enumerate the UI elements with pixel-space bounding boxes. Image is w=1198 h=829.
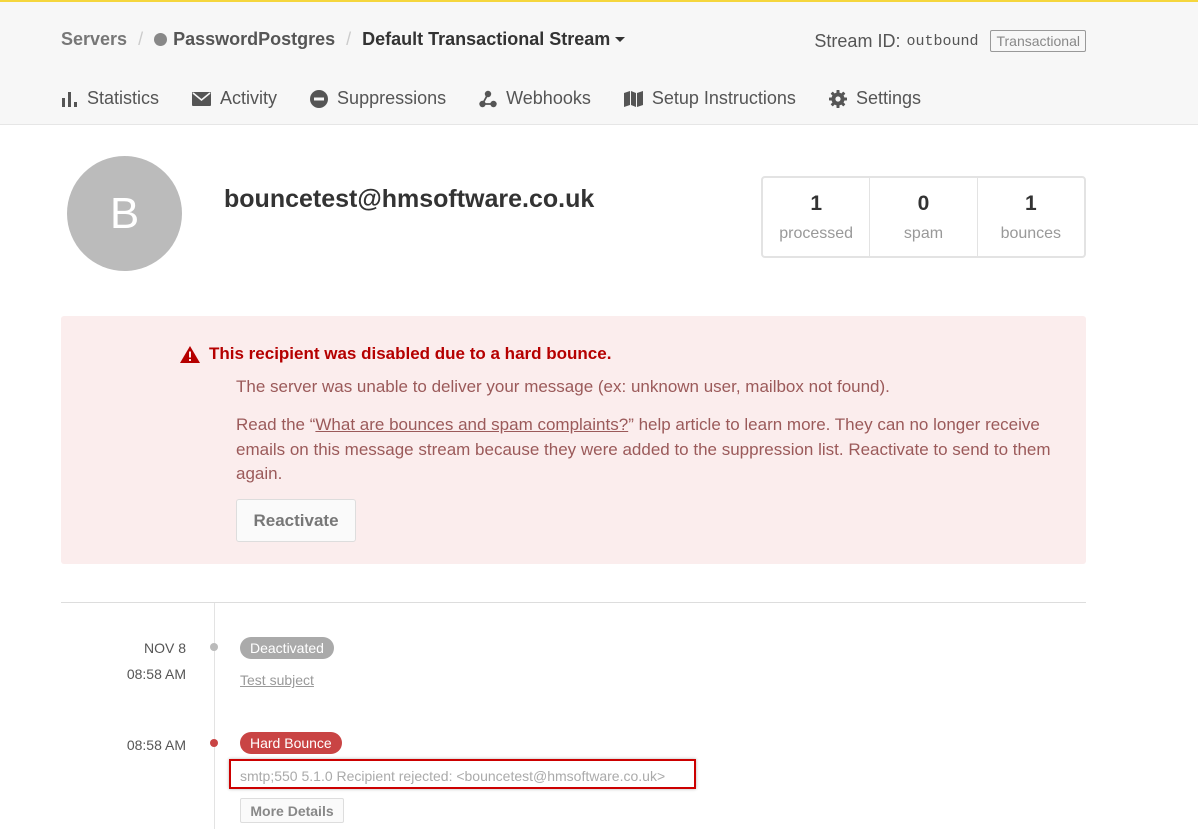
stat-value: 1 [1024,192,1037,215]
stream-nav: Statistics Activity Suppressions Webhook… [61,88,954,109]
gear-icon [828,89,847,108]
smtp-response-text: smtp;550 5.1.0 Recipient rejected: <boun… [240,768,666,784]
alert-title-text: This recipient was disabled due to a har… [209,344,612,363]
nav-label: Activity [220,88,278,108]
nav-label: Setup Instructions [651,88,796,108]
stream-name: Default Transactional Stream [362,29,611,49]
bar-chart-icon [62,91,77,107]
stat-value: 0 [917,192,930,215]
alert-help-text: Read the “What are bounces and spam comp… [236,413,1056,487]
stream-id-value: outbound [906,32,979,50]
stream-id: Stream ID: outbound Transactional [814,30,1086,52]
breadcrumb: Servers / PasswordPostgres / Default Tra… [61,29,626,50]
warning-triangle-icon [180,346,200,363]
alert-title: This recipient was disabled due to a har… [180,344,612,364]
nav-label: Suppressions [337,88,447,108]
map-icon [623,90,643,107]
webhook-icon [479,90,497,107]
top-header: Servers / PasswordPostgres / Default Tra… [0,0,1198,125]
timeline-dot-icon [210,643,218,651]
breadcrumb-separator: / [138,29,144,49]
breadcrumb-server-link[interactable]: PasswordPostgres [154,29,335,50]
stat-spam: 0 spam [870,178,978,256]
nav-statistics[interactable]: Statistics [61,88,159,109]
stat-label: spam [903,225,944,242]
stream-dropdown[interactable]: Default Transactional Stream [362,29,626,50]
timeline-dot-icon [210,739,218,747]
breadcrumb-separator: / [346,29,352,49]
recipient-stats: 1 processed 0 spam 1 bounces [761,176,1086,258]
alert-help-prefix: Read the “ [236,415,316,434]
recipient-email: bouncetest@hmsoftware.co.uk [224,185,595,213]
stat-processed: 1 processed [763,178,871,256]
event-date: NOV 8 [143,640,186,656]
server-status-dot-icon [154,33,168,46]
nav-settings[interactable]: Settings [828,88,921,109]
event-time: 08:58 AM [126,737,186,753]
alert-description: The server was unable to deliver your me… [236,377,890,396]
caret-down-icon [615,37,626,42]
minus-circle-icon [310,89,329,108]
smtp-response-highlight: smtp;550 5.1.0 Recipient rejected: <boun… [229,759,696,789]
reactivate-button[interactable]: Reactivate [236,499,356,542]
nav-label: Statistics [87,88,160,108]
server-name: PasswordPostgres [173,29,336,49]
nav-webhooks[interactable]: Webhooks [479,88,591,109]
message-subject-link[interactable]: Test subject [240,672,314,688]
hard-bounce-badge: Hard Bounce [240,732,342,754]
deactivated-badge: Deactivated [240,637,334,659]
breadcrumb-servers-link[interactable]: Servers [61,29,127,50]
more-details-button[interactable]: More Details [240,798,344,823]
hard-bounce-alert: This recipient was disabled due to a har… [61,316,1086,564]
help-article-link[interactable]: What are bounces and spam complaints? [315,415,628,434]
stat-value: 1 [810,192,822,215]
envelope-icon [192,91,212,106]
stream-id-label: Stream ID: [814,30,901,51]
nav-suppressions[interactable]: Suppressions [310,88,446,109]
stat-label: bounces [1000,225,1062,242]
avatar: B [67,156,182,271]
stat-label: processed [779,225,854,242]
nav-label: Settings [855,88,921,108]
nav-setup-instructions[interactable]: Setup Instructions [623,88,796,109]
nav-activity[interactable]: Activity [192,88,277,109]
stream-type-tag: Transactional [990,30,1086,52]
event-time: 08:58 AM [126,666,186,682]
timeline-line [214,603,215,829]
nav-label: Webhooks [506,88,591,108]
stat-bounces: 1 bounces [978,178,1084,256]
